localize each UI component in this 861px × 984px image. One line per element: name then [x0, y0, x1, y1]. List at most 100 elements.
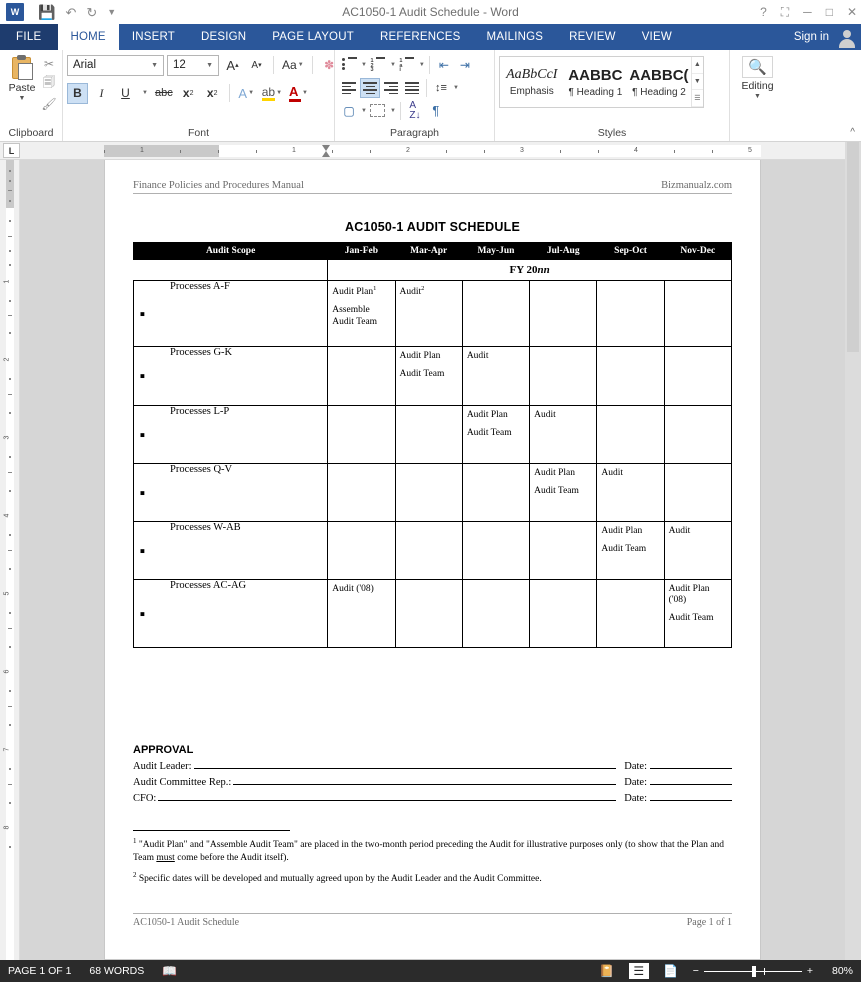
decrease-indent-button[interactable]: ⇤ [434, 55, 454, 75]
change-case-button[interactable]: Aa ▼ [280, 55, 306, 76]
shading-button[interactable]: ▢ [339, 101, 359, 121]
indent-markers[interactable] [322, 145, 331, 161]
style-item-heading-2[interactable]: AABBC( ¶ Heading 2 [627, 57, 691, 107]
styles-scrollbar[interactable]: ▲ ▼ ☰ [690, 57, 703, 107]
numbering-button[interactable]: 123 [368, 55, 388, 75]
word-count[interactable]: 68 WORDS [89, 965, 144, 977]
sign-in-button[interactable]: Sign in [794, 24, 829, 50]
font-name-input[interactable]: Arial ▼ [67, 54, 164, 76]
web-layout-icon[interactable]: 📄 [661, 963, 681, 979]
table-row[interactable]: ■ Processes Q-V Audit Plan Audit Team Au… [132, 463, 733, 522]
justify-button[interactable] [402, 78, 422, 98]
table-row[interactable]: ■ Processes W-AB Audit Plan Audit Team A… [132, 521, 733, 580]
help-icon[interactable]: ? [760, 5, 767, 19]
account-avatar-icon[interactable] [837, 27, 857, 48]
table-row[interactable]: ■ Processes AC-AG Audit ('08) Audit Plan… [132, 579, 733, 648]
tab-view[interactable]: VIEW [629, 24, 685, 50]
tab-design[interactable]: DESIGN [188, 24, 259, 50]
tab-review[interactable]: REVIEW [556, 24, 629, 50]
proofing-errors-icon[interactable]: 📖 [162, 964, 177, 978]
align-center-button[interactable] [360, 77, 380, 98]
tab-home[interactable]: HOME [57, 24, 119, 50]
scrollbar-thumb[interactable] [847, 142, 859, 352]
tab-mailings[interactable]: MAILINGS [474, 24, 557, 50]
signature-line[interactable] [233, 784, 617, 785]
grow-font-button[interactable]: A ▴ [222, 55, 243, 76]
maximize-icon[interactable]: □ [826, 5, 833, 19]
shrink-font-button[interactable]: A ▾ [246, 55, 267, 76]
increase-indent-button[interactable]: ⇥ [455, 55, 475, 75]
multilevel-list-button[interactable]: 1ai [397, 55, 417, 75]
signature-line[interactable] [193, 768, 617, 769]
table-row[interactable]: ■ Processes A-F Audit Plan1 Assemble Aud… [132, 280, 733, 347]
copy-icon[interactable]: 🗐 [40, 75, 58, 91]
zoom-in-button[interactable]: + [807, 965, 813, 977]
superscript-button[interactable]: x2 [202, 83, 223, 104]
style-item-heading-1[interactable]: AABBC ¶ Heading 1 [564, 57, 628, 107]
show-formatting-marks-button[interactable]: ¶ [426, 101, 446, 121]
format-painter-icon[interactable]: 🖌 [40, 96, 58, 111]
bullets-button[interactable] [339, 55, 359, 75]
read-mode-icon[interactable]: 📔 [597, 963, 617, 979]
zoom-slider[interactable]: − + [693, 965, 813, 977]
tab-references[interactable]: REFERENCES [367, 24, 474, 50]
text-effects-button[interactable]: A ▼ [236, 83, 257, 104]
styles-scroll-down-icon[interactable]: ▼ [691, 74, 703, 91]
editing-dropdown-caret-icon[interactable]: ▼ [754, 93, 761, 100]
vertical-scrollbar[interactable] [845, 142, 861, 960]
line-spacing-caret-icon[interactable]: ▼ [453, 85, 459, 91]
borders-button[interactable] [368, 101, 388, 121]
strikethrough-button[interactable]: abc [153, 83, 175, 104]
page-indicator[interactable]: PAGE 1 OF 1 [8, 965, 71, 977]
date-line[interactable] [650, 768, 732, 769]
tab-file[interactable]: FILE [0, 24, 58, 50]
paste-dropdown-caret-icon[interactable]: ▼ [19, 95, 26, 102]
vertical-ruler[interactable]: 1 2 3 4 5 6 7 8 [0, 160, 20, 960]
minimize-icon[interactable]: ─ [803, 5, 812, 19]
align-right-button[interactable] [381, 78, 401, 98]
collapse-ribbon-icon[interactable]: ^ [850, 127, 855, 138]
close-icon[interactable]: ✕ [847, 5, 857, 19]
table-row[interactable]: ■ Processes L-P Audit Plan Audit Team Au… [132, 405, 733, 464]
style-item-emphasis[interactable]: AaBbCcI Emphasis [500, 57, 564, 107]
table-row[interactable]: ■ Processes G-K Audit Plan Audit Team Au… [132, 346, 733, 406]
zoom-level[interactable]: 80% [825, 965, 853, 977]
tab-page-layout[interactable]: PAGE LAYOUT [259, 24, 367, 50]
signature-line[interactable] [158, 800, 617, 801]
styles-gallery[interactable]: AaBbCcI Emphasis AABBC ¶ Heading 1 AABBC… [499, 56, 704, 108]
italic-button[interactable]: I [91, 83, 112, 104]
bold-button[interactable]: B [67, 82, 88, 104]
sort-button[interactable]: A Z↓ [405, 100, 425, 121]
horizontal-ruler[interactable]: L 1 1 2 3 4 5 [0, 142, 861, 160]
zoom-thumb[interactable] [751, 965, 756, 977]
subscript-button[interactable]: x2 [178, 83, 199, 104]
styles-more-icon[interactable]: ☰ [691, 90, 703, 107]
shading-caret-icon[interactable]: ▼ [361, 108, 367, 114]
audit-schedule-table[interactable]: FY 20nn Audit Scope Jan-Feb Mar-Apr May-… [132, 242, 733, 648]
zoom-out-button[interactable]: − [693, 965, 699, 977]
font-size-caret-icon[interactable]: ▼ [203, 62, 216, 69]
print-layout-icon[interactable]: ☰ [628, 963, 649, 979]
bullets-caret-icon[interactable]: ▼ [361, 62, 367, 68]
line-spacing-button[interactable]: ↕≡ [431, 78, 451, 98]
numbering-caret-icon[interactable]: ▼ [390, 62, 396, 68]
font-size-input[interactable]: 12 ▼ [167, 54, 219, 76]
font-name-caret-icon[interactable]: ▼ [148, 62, 161, 69]
editing-button[interactable]: 🔍 Editing ▼ [734, 53, 781, 100]
paste-button[interactable]: Paste ▼ [4, 53, 40, 102]
zoom-track[interactable] [703, 965, 802, 977]
underline-button[interactable]: U [115, 83, 136, 104]
document-page[interactable]: Finance Policies and Procedures Manual B… [104, 160, 761, 960]
font-color-button[interactable]: A ▼ [287, 83, 310, 104]
multilevel-caret-icon[interactable]: ▼ [419, 62, 425, 68]
ribbon-display-options-icon[interactable]: ⛶ [781, 5, 789, 20]
styles-scroll-up-icon[interactable]: ▲ [691, 57, 703, 74]
underline-caret-icon[interactable]: ▼ [139, 83, 150, 104]
tab-insert[interactable]: INSERT [119, 24, 188, 50]
date-line[interactable] [650, 784, 732, 785]
borders-caret-icon[interactable]: ▼ [390, 108, 396, 114]
tab-selector-button[interactable]: L [3, 143, 20, 158]
highlight-button[interactable]: ab ▼ [260, 83, 284, 104]
date-line[interactable] [650, 800, 732, 801]
align-left-button[interactable] [339, 78, 359, 98]
